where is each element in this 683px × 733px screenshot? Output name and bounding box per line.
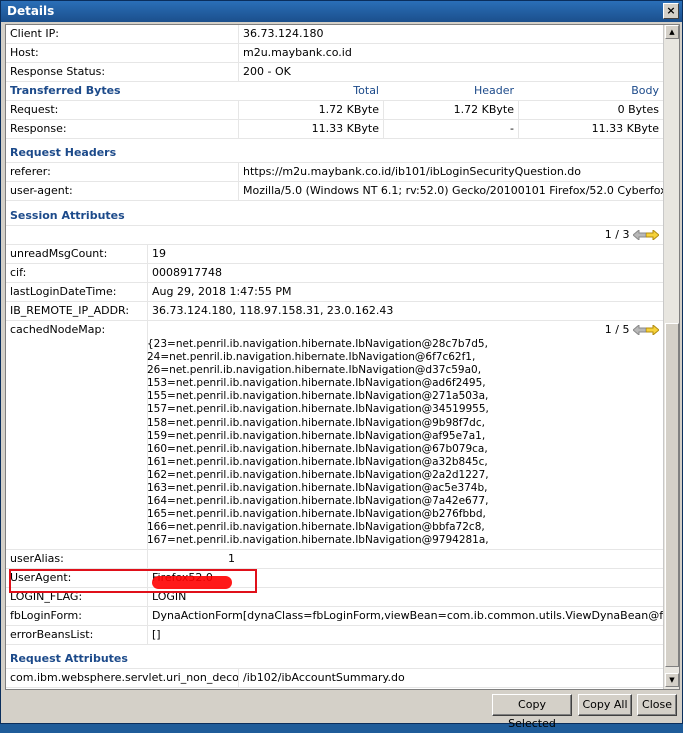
row-fb-login-form[interactable]: fbLoginForm: DynaActionForm[dynaClass=fb…	[6, 607, 663, 626]
header: 1.72 KByte	[383, 101, 518, 119]
scroll-thumb[interactable]	[665, 323, 679, 667]
request-attributes-row: Request Attributes	[6, 650, 663, 669]
label: cif:	[10, 266, 27, 279]
label: Client IP:	[10, 27, 59, 40]
section-request-headers: Request Headers	[10, 146, 117, 159]
label: fbLoginForm:	[10, 609, 82, 622]
row-user-agent[interactable]: user-agent: Mozilla/5.0 (Windows NT 6.1;…	[6, 182, 663, 201]
row-user-alias[interactable]: userAlias: 1	[6, 550, 663, 569]
title-bar: Details ×	[1, 1, 682, 22]
value: m2u.maybank.co.id	[238, 44, 663, 62]
row-referer[interactable]: referer: https://m2u.maybank.co.id/ib101…	[6, 163, 663, 182]
highlight-box	[9, 569, 257, 593]
session-pager: 1 / 3	[605, 228, 659, 241]
label: unreadMsgCount:	[10, 247, 108, 260]
value: 1	[147, 550, 663, 568]
row-request-bytes[interactable]: Request: 1.72 KByte 1.72 KByte 0 Bytes	[6, 101, 663, 120]
label: Request:	[10, 103, 59, 116]
row-last-login[interactable]: lastLoginDateTime: Aug 29, 2018 1:47:55 …	[6, 283, 663, 302]
copy-all-button[interactable]: Copy All	[578, 694, 632, 716]
total: 11.33 KByte	[238, 120, 383, 138]
header: -	[383, 120, 518, 138]
arrow-right-icon[interactable]	[646, 325, 659, 335]
value: 19	[147, 245, 663, 263]
copy-selected-button[interactable]: Copy Selected	[492, 694, 572, 730]
scroll-down-icon[interactable]: ▼	[665, 673, 679, 687]
window-title: Details	[7, 4, 55, 18]
label: userAlias:	[10, 552, 64, 565]
close-icon[interactable]: ×	[663, 3, 679, 19]
scroll-up-icon[interactable]: ▲	[665, 25, 679, 39]
label: Response Status:	[10, 65, 106, 78]
col-header: Header	[473, 84, 514, 97]
label: cachedNodeMap:	[10, 323, 106, 336]
body: 11.33 KByte	[518, 120, 663, 138]
value: /ib102/ibAccountSummary.do	[238, 669, 663, 687]
value: 0008917748	[147, 264, 663, 282]
value: Aug 29, 2018 1:47:55 PM	[147, 283, 663, 301]
session-attributes-row: Session Attributes	[6, 207, 663, 226]
section-session-attributes: Session Attributes	[10, 209, 125, 222]
value: 36.73.124.180, 118.97.158.31, 23.0.162.4…	[147, 302, 663, 320]
value: Mozilla/5.0 (Windows NT 6.1; rv:52.0) Ge…	[238, 182, 663, 200]
row-error-beans[interactable]: errorBeansList: []	[6, 626, 663, 645]
arrow-right-icon[interactable]	[646, 230, 659, 240]
value: 200 - OK	[238, 63, 663, 81]
row-response-bytes[interactable]: Response: 11.33 KByte - 11.33 KByte	[6, 120, 663, 139]
pager-text: 1 / 5	[604, 323, 630, 336]
row-uri-non-decoded[interactable]: com.ibm.websphere.servlet.uri_non_decode…	[6, 669, 663, 688]
value: https://m2u.maybank.co.id/ib101/ibLoginS…	[238, 163, 663, 181]
row-unread-msg-count[interactable]: unreadMsgCount: 19	[6, 245, 663, 264]
row-response-status[interactable]: Response Status: 200 - OK	[6, 63, 663, 82]
transferred-header-row: Transferred Bytes Total Header Body	[6, 82, 663, 101]
value: []	[147, 626, 663, 644]
details-panel[interactable]: Client IP: 36.73.124.180 Host: m2u.mayba…	[5, 24, 680, 690]
label: referer:	[10, 165, 51, 178]
body: 0 Bytes	[518, 101, 663, 119]
arrow-left-icon[interactable]	[633, 325, 646, 335]
col-body: Body	[631, 84, 659, 97]
close-button[interactable]: Close	[637, 694, 677, 716]
total: 1.72 KByte	[238, 101, 383, 119]
label: user-agent:	[10, 184, 73, 197]
section-transferred-bytes: Transferred Bytes	[10, 84, 121, 97]
label: errorBeansList:	[10, 628, 94, 641]
cached-pager: 1 / 5	[605, 323, 659, 336]
label: IB_REMOTE_IP_ADDR:	[10, 304, 130, 317]
row-remote-ip[interactable]: IB_REMOTE_IP_ADDR: 36.73.124.180, 118.97…	[6, 302, 663, 321]
col-total: Total	[353, 84, 379, 97]
label: com.ibm.websphere.servlet.uri_non_decode…	[10, 671, 238, 684]
session-pager-row: 1 / 3	[6, 226, 663, 245]
row-host[interactable]: Host: m2u.maybank.co.id	[6, 44, 663, 63]
row-client-ip[interactable]: Client IP: 36.73.124.180	[6, 25, 663, 44]
value: 36.73.124.180	[238, 25, 663, 43]
value: DynaActionForm[dynaClass=fbLoginForm,vie…	[147, 607, 663, 625]
request-headers-row: Request Headers	[6, 144, 663, 163]
row-cif[interactable]: cif: 0008917748	[6, 264, 663, 283]
vertical-scrollbar[interactable]: ▲ ▼	[663, 25, 679, 689]
label: Response:	[10, 122, 67, 135]
row-cached-node-map[interactable]: cachedNodeMap: 1 / 5 {23=net.penril.ib.n…	[6, 321, 663, 550]
cached-node-map-value: {23=net.penril.ib.navigation.hibernate.I…	[147, 338, 489, 547]
section-request-attributes: Request Attributes	[10, 652, 128, 665]
label: Host:	[10, 46, 39, 59]
arrow-left-icon[interactable]	[633, 230, 646, 240]
details-window: Details × Client IP: 36.73.124.180 Host:…	[0, 0, 683, 730]
pager-text: 1 / 3	[604, 228, 630, 241]
label: lastLoginDateTime:	[10, 285, 117, 298]
